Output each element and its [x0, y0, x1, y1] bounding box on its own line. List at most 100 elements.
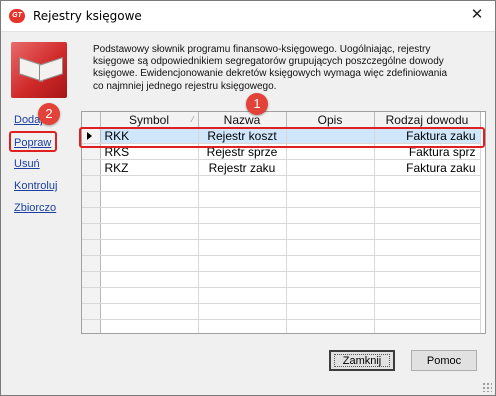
cell-symbol[interactable]: RKZ: [100, 159, 199, 176]
empty-table-row: [82, 319, 481, 333]
current-row-arrow-icon: [87, 131, 92, 140]
edit-link[interactable]: Popraw: [14, 137, 51, 149]
empty-cell: [198, 175, 287, 192]
empty-cell: [100, 239, 199, 256]
cell-symbol[interactable]: RKS: [100, 143, 199, 160]
row-indicator: [82, 303, 101, 320]
cell-opis[interactable]: [286, 143, 375, 160]
close-button-label: Zamknij: [342, 354, 382, 367]
empty-cell: [374, 287, 481, 304]
row-indicator: [82, 239, 101, 256]
row-indicator: [82, 319, 101, 333]
cell-symbol[interactable]: RKK: [100, 127, 199, 144]
row-indicator: [82, 287, 101, 304]
cell-nazwa[interactable]: Rejestr zaku: [198, 159, 287, 176]
title-bar[interactable]: GT Rejestry księgowe ✕: [1, 1, 495, 32]
step-badge-2: 2: [38, 103, 60, 125]
resize-grip-icon[interactable]: [482, 382, 492, 392]
empty-cell: [286, 271, 375, 288]
empty-table-row: [82, 239, 481, 256]
empty-cell: [286, 303, 375, 320]
empty-cell: [374, 207, 481, 224]
empty-table-row: [82, 287, 481, 304]
row-indicator: [82, 175, 101, 192]
table-row[interactable]: RKK Rejestr koszt Faktura zaku: [82, 127, 481, 144]
empty-cell: [286, 239, 375, 256]
sort-icon: ⁄: [192, 115, 194, 124]
description-line: co najmniej jednego rejestru księgowego.: [93, 80, 277, 92]
empty-cell: [198, 223, 287, 240]
book-right-page: [39, 57, 63, 82]
row-indicator: [82, 255, 101, 272]
empty-cell: [100, 287, 199, 304]
empty-cell: [374, 191, 481, 208]
cell-opis[interactable]: [286, 127, 375, 144]
registers-table[interactable]: Symbol ⁄ Nazwa Opis Rodzaj dowodu RKK Re…: [81, 111, 486, 334]
close-icon[interactable]: ✕: [467, 5, 487, 25]
cell-rodzaj[interactable]: Faktura zaku: [374, 159, 481, 176]
description-line: księgowe. Ewidencjonowanie dekretów księ…: [93, 68, 448, 80]
empty-cell: [198, 287, 287, 304]
empty-cell: [286, 287, 375, 304]
empty-cell: [286, 191, 375, 208]
check-link[interactable]: Kontroluj: [14, 180, 57, 192]
empty-cell: [286, 223, 375, 240]
table-row[interactable]: RKS Rejestr sprze Faktura sprz: [82, 143, 481, 160]
cell-rodzaj[interactable]: Faktura sprz: [374, 143, 481, 160]
empty-cell: [374, 271, 481, 288]
empty-cell: [374, 223, 481, 240]
batch-link[interactable]: Zbiorczo: [14, 202, 56, 214]
help-button[interactable]: Pomoc: [411, 350, 477, 371]
empty-table-row: [82, 207, 481, 224]
row-indicator: [82, 127, 101, 144]
row-indicator: [82, 207, 101, 224]
step-badge-1: 1: [246, 93, 268, 115]
table-header: Symbol ⁄ Nazwa Opis Rodzaj dowodu: [82, 112, 481, 128]
column-header-label: Symbol: [128, 112, 169, 127]
empty-cell: [286, 255, 375, 272]
app-icon: GT: [9, 9, 25, 23]
empty-cell: [100, 303, 199, 320]
dialog-window: GT Rejestry księgowe ✕ Dodaj Popraw Usuń…: [0, 0, 496, 396]
empty-cell: [100, 175, 199, 192]
empty-cell: [374, 303, 481, 320]
cell-opis[interactable]: [286, 159, 375, 176]
empty-table-row: [82, 255, 481, 272]
column-header-nazwa[interactable]: Nazwa: [198, 112, 287, 128]
empty-cell: [198, 207, 287, 224]
empty-cell: [198, 303, 287, 320]
empty-table-row: [82, 175, 481, 192]
row-indicator: [82, 143, 101, 160]
empty-cell: [286, 207, 375, 224]
empty-table-row: [82, 191, 481, 208]
table-row[interactable]: RKZ Rejestr zaku Faktura zaku: [82, 159, 481, 176]
cell-nazwa[interactable]: Rejestr koszt: [198, 127, 287, 144]
description-text: Podstawowy słownik programu finansowo-ks…: [93, 44, 483, 93]
empty-cell: [198, 239, 287, 256]
cell-rodzaj[interactable]: Faktura zaku: [374, 127, 481, 144]
close-button[interactable]: Zamknij: [329, 350, 395, 371]
empty-table-row: [82, 271, 481, 288]
empty-table-row: [82, 303, 481, 320]
empty-cell: [198, 255, 287, 272]
empty-cell: [100, 207, 199, 224]
cell-nazwa[interactable]: Rejestr sprze: [198, 143, 287, 160]
empty-cell: [374, 255, 481, 272]
empty-cell: [100, 191, 199, 208]
empty-cell: [374, 175, 481, 192]
empty-cell: [374, 239, 481, 256]
empty-cell: [100, 223, 199, 240]
empty-cell: [100, 319, 199, 333]
empty-cell: [198, 271, 287, 288]
column-header-symbol[interactable]: Symbol ⁄: [100, 112, 199, 128]
row-indicator: [82, 223, 101, 240]
empty-cell: [100, 255, 199, 272]
column-header-rodzaj[interactable]: Rodzaj dowodu: [374, 112, 481, 128]
empty-cell: [100, 271, 199, 288]
column-header-opis[interactable]: Opis: [286, 112, 375, 128]
delete-link[interactable]: Usuń: [14, 158, 40, 170]
empty-cell: [286, 319, 375, 333]
row-indicator: [82, 159, 101, 176]
ledger-book-icon: [11, 42, 67, 98]
empty-table-row: [82, 223, 481, 240]
